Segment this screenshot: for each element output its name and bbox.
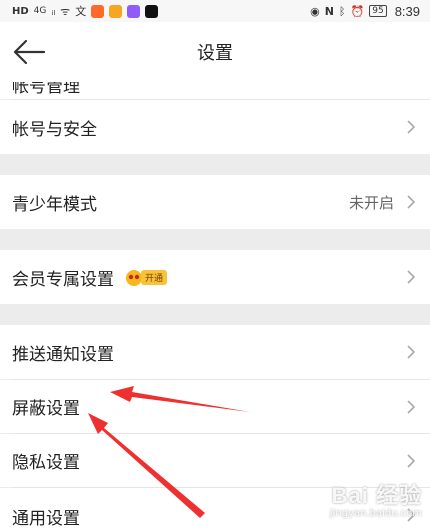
settings-row-block[interactable]: 屏蔽设置 — [0, 380, 430, 433]
vip-open-label: 开通 — [141, 269, 168, 285]
settings-row-account-security[interactable]: 帐号与安全 — [0, 100, 430, 154]
nfc-icon: N — [324, 4, 334, 18]
watermark-logo: Bai 经验 — [331, 483, 422, 508]
eye-comfort-icon: ◉ — [310, 4, 320, 18]
status-left: HD 4G ᵢₗ ᯤ 文 — [12, 3, 159, 19]
chevron-right-icon — [407, 453, 416, 468]
wifi-icon: ᯤ — [60, 4, 71, 18]
settings-row-label: 推送通知设置 — [12, 344, 114, 365]
settings-row-vip[interactable]: 会员专属设置 开通 — [0, 250, 430, 304]
chevron-right-icon — [407, 195, 416, 209]
page-title: 设置 — [197, 43, 233, 64]
chevron-right-icon — [407, 120, 416, 134]
settings-row-label: 通用设置 — [12, 509, 80, 529]
youth-mode-status: 未开启 — [348, 193, 394, 212]
purple-app-icon — [127, 4, 141, 18]
settings-row-label: 帐号管理 — [12, 82, 80, 97]
settings-row-label: 隐私设置 — [12, 453, 80, 473]
orange-app-icon — [91, 4, 105, 18]
settings-row-label: 青少年模式 — [12, 194, 97, 215]
hd-indicator: HD — [12, 5, 29, 17]
settings-row-label: 帐号与安全 — [12, 119, 97, 140]
tiktok-app-icon — [145, 4, 159, 18]
settings-row-push[interactable]: 推送通知设置 — [0, 325, 430, 379]
signal-icon: ᵢₗ — [51, 4, 56, 18]
yellow-app-icon — [109, 4, 123, 18]
chevron-right-icon — [407, 399, 416, 414]
vip-open-badge[interactable]: 开通 — [124, 269, 168, 286]
settings-row-label: 屏蔽设置 — [12, 399, 80, 419]
settings-row-youth-mode[interactable]: 青少年模式 未开启 — [0, 175, 430, 229]
chevron-right-icon — [407, 345, 416, 359]
status-right: ◉ N ᛒ ⏰ 95 8:39 — [310, 4, 420, 19]
settings-row-account-manage[interactable]: 帐号管理 — [0, 82, 430, 99]
battery-icon: 95 — [369, 5, 387, 17]
alarm-icon: ⏰ — [350, 4, 365, 18]
header-bar: 设置 — [0, 22, 430, 82]
status-time: 8:39 — [394, 3, 420, 19]
bluetooth-icon: ᛒ — [338, 4, 346, 18]
settings-row-label: 会员专属设置 — [12, 269, 114, 290]
back-arrow-icon[interactable] — [12, 38, 46, 66]
chevron-right-icon — [407, 270, 416, 284]
network-indicator: 4G — [33, 6, 47, 16]
text-app-icon: 文 — [75, 5, 87, 18]
baidu-jingyan-watermark: Bai 经验 jingyan.baidu.com — [330, 478, 422, 519]
status-bar: HD 4G ᵢₗ ᯤ 文 ◉ N ᛒ ⏰ 95 8:39 — [0, 0, 430, 22]
watermark-url: jingyan.baidu.com — [329, 508, 422, 519]
